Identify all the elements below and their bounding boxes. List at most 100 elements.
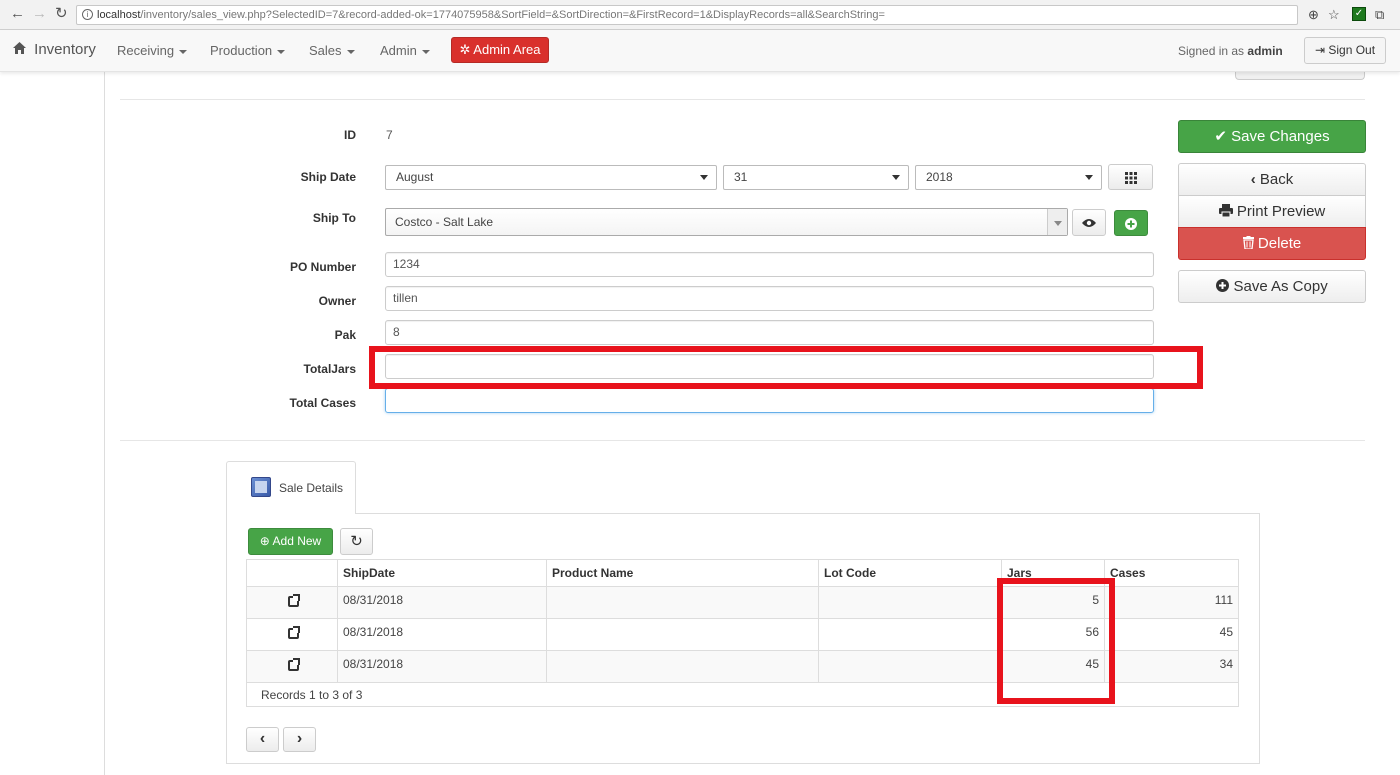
app-navbar: Inventory Receiving Production Sales Adm… xyxy=(0,30,1400,72)
brand-label: Inventory xyxy=(34,41,96,58)
add-ship-to-button[interactable] xyxy=(1114,210,1148,236)
cell-cases: 45 xyxy=(1219,625,1233,639)
edit-record-icon[interactable] xyxy=(288,658,300,671)
delete-button[interactable]: Delete xyxy=(1178,227,1366,260)
po-number-input[interactable]: 1234 xyxy=(385,252,1154,277)
cell-product-name xyxy=(547,651,819,682)
cell-shipdate: 08/31/2018 xyxy=(338,651,547,682)
menu-production[interactable]: Production xyxy=(210,43,286,58)
save-changes-button[interactable]: ✔ Save Changes xyxy=(1178,120,1366,153)
tab-sale-details[interactable]: Sale Details xyxy=(226,461,356,514)
column-header-shipdate[interactable]: ShipDate xyxy=(338,560,547,586)
username: admin xyxy=(1247,44,1283,58)
po-number-label: PO Number xyxy=(289,260,356,274)
sign-out-icon: ⇥ xyxy=(1314,43,1325,57)
save-as-copy-button[interactable]: Save As Copy xyxy=(1178,270,1366,303)
caret-down-icon xyxy=(421,49,430,54)
signed-in-text: Signed in as admin xyxy=(1178,44,1283,58)
ship-to-select[interactable]: Costco - Salt Lake xyxy=(385,208,1068,236)
divider xyxy=(120,440,1365,441)
menu-admin[interactable]: Admin xyxy=(380,43,430,58)
total-jars-label: TotalJars xyxy=(303,362,356,376)
cell-shipdate: 08/31/2018 xyxy=(338,619,547,650)
home-icon xyxy=(12,41,31,58)
print-preview-button[interactable]: Print Preview xyxy=(1178,195,1366,228)
forward-arrow-icon[interactable]: → xyxy=(32,4,47,24)
browser-toolbar: ← → ↻ i localhost/inventory/sales_view.p… xyxy=(0,0,1400,30)
cell-cases: 111 xyxy=(1214,593,1233,607)
view-ship-to-button[interactable] xyxy=(1072,209,1106,236)
highlight-jars-column xyxy=(997,578,1115,704)
cell-cases: 34 xyxy=(1219,657,1233,671)
trash-icon xyxy=(1242,236,1254,250)
cast-icon[interactable]: ⧉ xyxy=(1375,6,1384,24)
owner-input[interactable]: tillen xyxy=(385,286,1154,311)
cell-lot-code xyxy=(819,619,1002,650)
divider xyxy=(120,99,1365,100)
owner-label: Owner xyxy=(318,294,356,308)
next-page-button[interactable]: › xyxy=(283,727,316,752)
previous-page-button[interactable]: ‹ xyxy=(246,727,279,752)
back-arrow-icon[interactable]: ← xyxy=(10,4,25,24)
highlight-total-jars xyxy=(369,346,1203,389)
pak-label: Pak xyxy=(334,328,356,342)
chevron-right-icon: › xyxy=(296,730,303,747)
total-cases-label: Total Cases xyxy=(289,396,356,410)
brand-link[interactable]: Inventory xyxy=(12,41,96,58)
dropdown-arrow-icon xyxy=(1085,175,1093,180)
tab-label: Sale Details xyxy=(279,481,344,495)
caret-down-icon xyxy=(346,49,355,54)
url-host: localhost xyxy=(97,9,141,21)
column-header-actions xyxy=(247,560,338,586)
column-header-lot-code[interactable]: Lot Code xyxy=(819,560,1002,586)
printer-icon xyxy=(1218,204,1233,218)
plus-circle-icon: ⊕ xyxy=(259,534,270,548)
calendar-grid-icon xyxy=(1124,172,1137,184)
ship-month-select[interactable]: August xyxy=(385,165,717,190)
caret-down-icon xyxy=(277,49,286,54)
check-icon: ✔ xyxy=(1214,128,1227,145)
ship-day-select[interactable]: 31 xyxy=(723,165,909,190)
address-bar[interactable]: i localhost/inventory/sales_view.php?Sel… xyxy=(76,5,1298,25)
refresh-button[interactable]: ↻ xyxy=(340,528,373,555)
sign-out-button[interactable]: ⇥ Sign Out xyxy=(1304,37,1386,64)
cell-product-name xyxy=(547,619,819,650)
pak-input[interactable]: 8 xyxy=(385,320,1154,345)
ship-to-label: Ship To xyxy=(312,211,356,225)
extension-icon[interactable]: ✓ xyxy=(1352,7,1366,21)
admin-area-button[interactable]: ✲ Admin Area xyxy=(451,37,549,63)
bookmark-star-icon[interactable]: ☆ xyxy=(1328,6,1340,24)
menu-sales[interactable]: Sales xyxy=(309,43,355,58)
chevron-left-icon: ‹ xyxy=(259,730,266,747)
back-button[interactable]: ‹ Back xyxy=(1178,163,1366,196)
total-cases-input[interactable] xyxy=(385,388,1154,413)
id-label: ID xyxy=(344,128,356,142)
plus-circle-icon xyxy=(1216,279,1230,292)
edit-record-icon[interactable] xyxy=(288,594,300,607)
calendar-button[interactable] xyxy=(1108,164,1153,190)
url-path: /inventory/sales_view.php?SelectedID=7&r… xyxy=(140,9,885,21)
cell-lot-code xyxy=(819,651,1002,682)
add-new-button[interactable]: ⊕ Add New xyxy=(248,528,333,555)
cell-product-name xyxy=(547,587,819,618)
edit-record-icon[interactable] xyxy=(288,626,300,639)
eye-icon xyxy=(1082,219,1096,227)
ship-date-label: Ship Date xyxy=(300,170,356,184)
dropdown-arrow-icon[interactable] xyxy=(1047,209,1067,235)
dropdown-arrow-icon xyxy=(892,175,900,180)
info-icon[interactable]: i xyxy=(82,9,93,20)
caret-down-icon xyxy=(179,49,188,54)
column-header-cases[interactable]: Cases xyxy=(1105,560,1238,586)
reload-icon[interactable]: ↻ xyxy=(55,4,68,24)
refresh-icon: ↻ xyxy=(350,533,363,550)
menu-receiving[interactable]: Receiving xyxy=(117,43,188,58)
column-header-product-name[interactable]: Product Name xyxy=(547,560,819,586)
ship-year-select[interactable]: 2018 xyxy=(915,165,1102,190)
plus-circle-icon xyxy=(1125,218,1137,230)
notebook-icon xyxy=(251,477,271,497)
cell-shipdate: 08/31/2018 xyxy=(338,587,547,618)
chevron-left-icon: ‹ xyxy=(1250,171,1256,188)
dropdown-arrow-icon xyxy=(700,175,708,180)
id-value: 7 xyxy=(386,128,393,142)
zoom-icon[interactable]: ⊕ xyxy=(1308,6,1319,24)
